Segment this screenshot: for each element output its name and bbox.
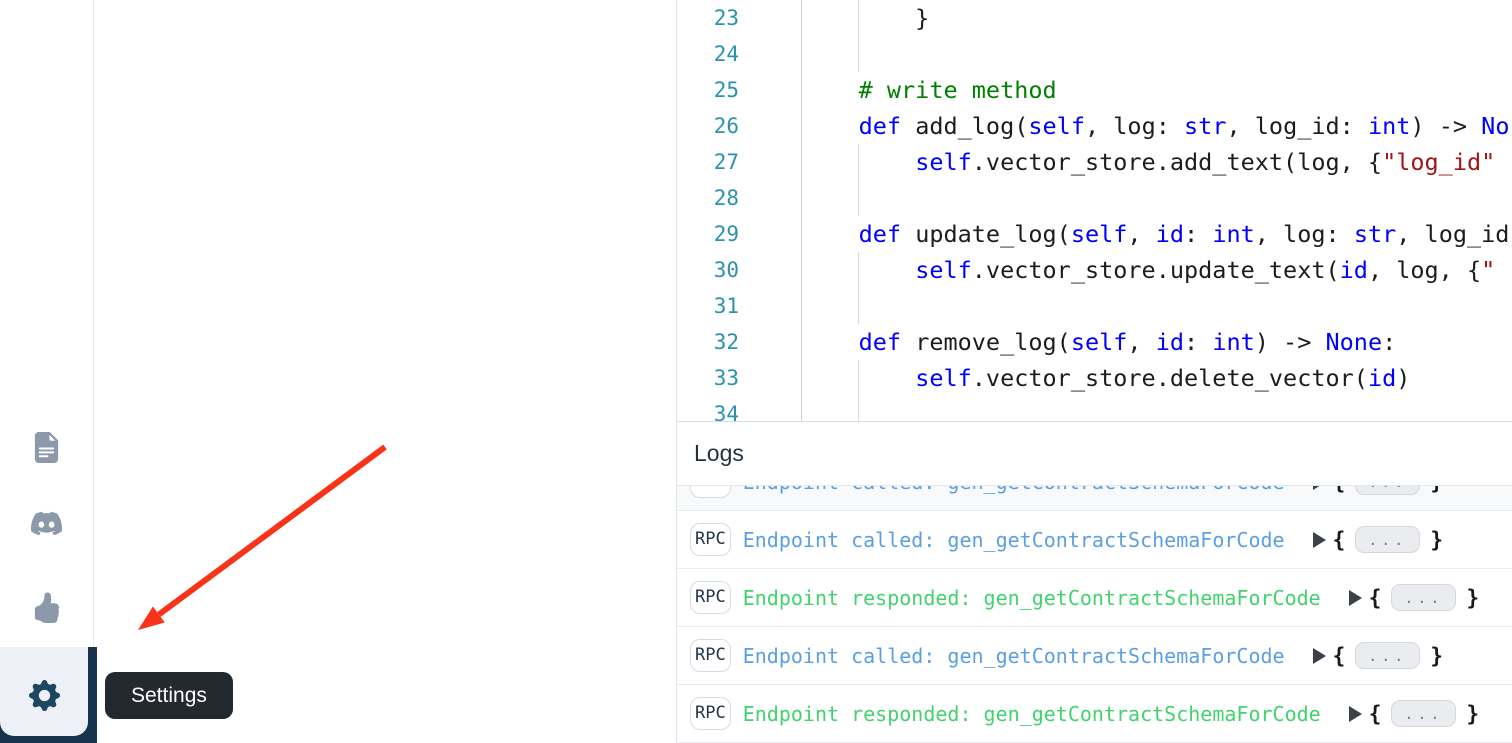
collapsed-json-pill[interactable]: ... [1355, 526, 1420, 553]
log-message: Endpoint called: gen_getContractSchemaFo… [743, 528, 1285, 552]
rpc-badge: RPC [690, 697, 731, 731]
code-line-content: # write method [801, 72, 1512, 108]
code-line: 27 self.vector_store.add_text(log, {"log… [677, 144, 1512, 180]
logs-title: Logs [694, 440, 744, 467]
open-brace: { [1369, 702, 1382, 726]
rpc-badge: RPC [690, 639, 731, 673]
line-number: 33 [677, 360, 801, 396]
sidebar-item-feedback[interactable] [31, 592, 62, 623]
code-line-content: self.vector_store.delete_vector(id) [801, 360, 1512, 396]
close-brace: } [1430, 528, 1443, 552]
sidebar-active-indicator [0, 647, 97, 743]
code-line: 28 [677, 180, 1512, 216]
open-brace: { [1369, 586, 1382, 610]
log-row[interactable]: RPC Endpoint called: gen_getContractSchem… [677, 511, 1512, 569]
expand-arrow-icon[interactable] [1313, 486, 1326, 490]
logs-header: Logs [677, 422, 1512, 486]
code-line-content [801, 288, 1512, 324]
code-line: 32 def remove_log(self, id: int) -> None… [677, 324, 1512, 360]
collapsed-json-pill[interactable]: ... [1355, 642, 1420, 669]
code-line-content: } [801, 0, 1512, 36]
line-number: 27 [677, 144, 801, 180]
code-line: 26 def add_log(self, log: str, log_id: i… [677, 108, 1512, 144]
collapsed-json-pill[interactable]: ... [1355, 486, 1420, 495]
sidebar-item-docs[interactable] [31, 432, 62, 463]
collapsed-json-pill[interactable]: ... [1391, 700, 1456, 727]
rpc-badge: RPC [690, 486, 731, 498]
line-number: 34 [677, 396, 801, 421]
open-brace: { [1333, 644, 1346, 668]
indent-guide [858, 0, 859, 36]
close-brace: } [1466, 586, 1479, 610]
code-line: 30 self.vector_store.update_text(id, log… [677, 252, 1512, 288]
sidebar [0, 0, 94, 743]
collapsed-json-pill[interactable]: ... [1391, 584, 1456, 611]
indent-guide [858, 180, 859, 216]
log-row[interactable]: RPC Endpoint called: gen_getContractSchem… [677, 627, 1512, 685]
indent-guide [858, 144, 859, 180]
log-message: Endpoint responded: gen_getContractSchem… [743, 702, 1321, 726]
gear-icon[interactable] [29, 680, 60, 711]
code-line-content: def remove_log(self, id: int) -> None: [801, 324, 1512, 360]
rpc-badge: RPC [690, 581, 731, 615]
code-editor[interactable]: 23 }2425 # write method26 def add_log(se… [677, 0, 1512, 421]
code-line-content [801, 36, 1512, 72]
line-number: 24 [677, 36, 801, 72]
open-brace: { [1333, 486, 1346, 494]
line-number: 29 [677, 216, 801, 252]
document-icon [31, 432, 62, 463]
log-row-partial[interactable]: RPC Endpoint called: gen_getContractSchem… [677, 486, 1512, 511]
log-row[interactable]: RPC Endpoint responded: gen_getContractSc… [677, 685, 1512, 743]
code-line: 33 self.vector_store.delete_vector(id) [677, 360, 1512, 396]
app-window: Settings 23 }2425 # write method26 def a… [0, 0, 1512, 743]
code-line-content [801, 396, 1512, 421]
line-number: 25 [677, 72, 801, 108]
expand-arrow-icon[interactable] [1349, 706, 1362, 722]
sidebar-item-settings[interactable] [0, 647, 88, 736]
log-message: Endpoint called: gen_getContractSchemaFo… [743, 486, 1285, 494]
close-brace: } [1466, 702, 1479, 726]
indent-guide [858, 288, 859, 324]
rpc-badge: RPC [690, 523, 731, 557]
code-line-content: def update_log(self, id: int, log: str, … [801, 216, 1512, 252]
line-number: 26 [677, 108, 801, 144]
indent-guide [858, 252, 859, 288]
indent-guide [858, 36, 859, 72]
line-number: 23 [677, 0, 801, 36]
indent-guide [858, 396, 859, 421]
close-brace: } [1430, 486, 1443, 494]
line-number: 30 [677, 252, 801, 288]
code-line-content: self.vector_store.add_text(log, {"log_id… [801, 144, 1512, 180]
log-message: Endpoint called: gen_getContractSchemaFo… [743, 644, 1285, 668]
code-line-content [801, 180, 1512, 216]
open-brace: { [1333, 528, 1346, 552]
code-line: 24 [677, 36, 1512, 72]
sidebar-item-discord[interactable] [31, 508, 62, 539]
discord-icon [31, 508, 62, 539]
log-list: RPC Endpoint called: gen_getContractSchem… [677, 486, 1512, 743]
code-line-content: def add_log(self, log: str, log_id: int)… [801, 108, 1512, 144]
expand-arrow-icon[interactable] [1313, 648, 1326, 664]
line-number: 32 [677, 324, 801, 360]
indent-guide [858, 360, 859, 396]
settings-tooltip-label: Settings [131, 684, 207, 708]
code-line-content: self.vector_store.update_text(id, log, {… [801, 252, 1512, 288]
close-brace: } [1430, 644, 1443, 668]
code-line: 25 # write method [677, 72, 1512, 108]
thumbs-up-icon [31, 592, 62, 623]
code-line: 31 [677, 288, 1512, 324]
logs-panel: Logs RPC Endpoint called: gen_getContract… [677, 421, 1512, 743]
expand-arrow-icon[interactable] [1313, 532, 1326, 548]
code-line: 23 } [677, 0, 1512, 36]
expand-arrow-icon[interactable] [1349, 590, 1362, 606]
line-number: 28 [677, 180, 801, 216]
log-message: Endpoint responded: gen_getContractSchem… [743, 586, 1321, 610]
settings-tooltip: Settings [105, 672, 233, 719]
line-number: 31 [677, 288, 801, 324]
code-line: 29 def update_log(self, id: int, log: st… [677, 216, 1512, 252]
code-line: 34 [677, 396, 1512, 421]
log-row[interactable]: RPC Endpoint called: gen_getContractSchem… [677, 486, 1512, 510]
log-row[interactable]: RPC Endpoint responded: gen_getContractSc… [677, 569, 1512, 627]
